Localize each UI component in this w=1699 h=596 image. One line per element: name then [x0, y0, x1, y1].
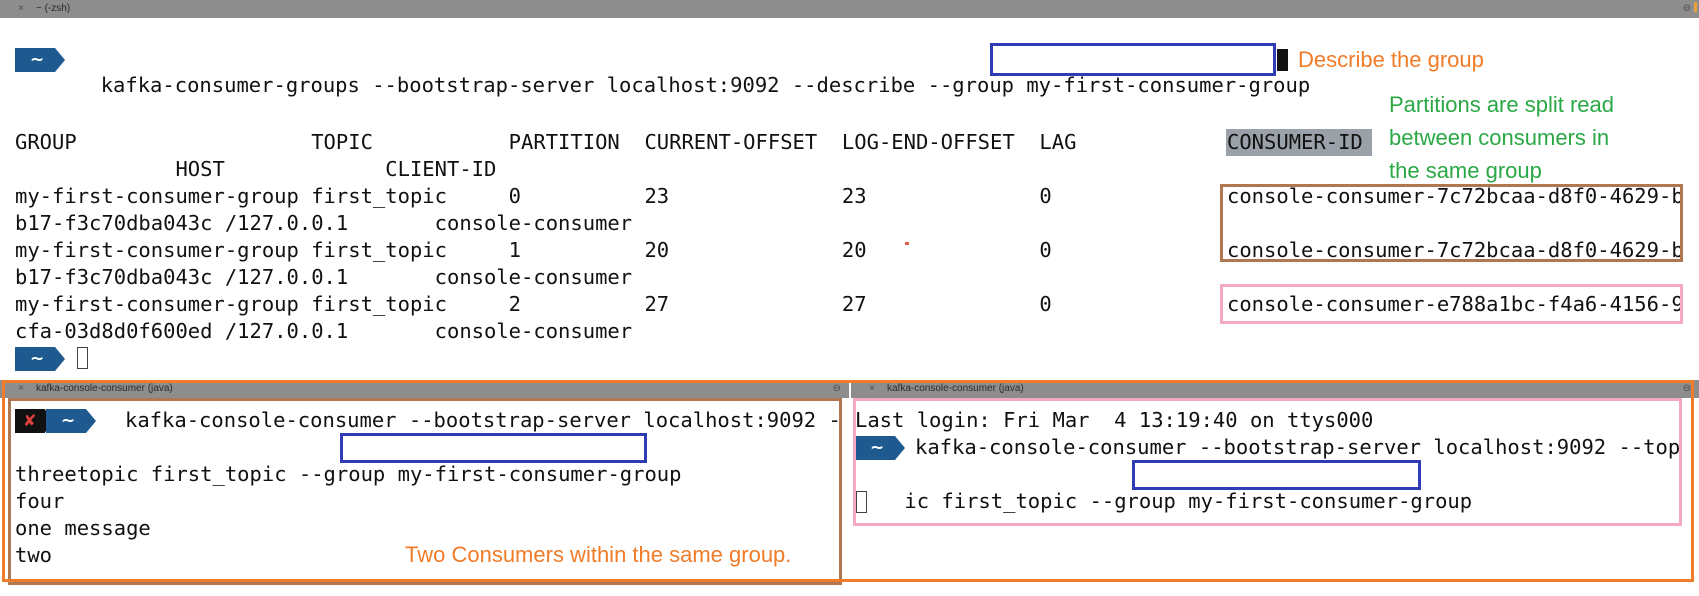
table-row: my-first-consumer-group first_topic 2 27… [15, 292, 1052, 316]
command-group-name: my-first-consumer-group [1026, 73, 1311, 97]
partitions-annotation-line-3: the same group [1389, 158, 1542, 183]
partitions-annotation-line-2: between consumers in [1389, 125, 1610, 150]
table-row-continuation: cfa-03d8d0f600ed /127.0.0.1 console-cons… [15, 319, 633, 343]
table-header-row-2: HOST CLIENT-ID [15, 157, 497, 181]
close-icon[interactable]: × [14, 0, 28, 18]
window-menu-icon[interactable]: ⊖ [1683, 0, 1691, 18]
command-text: kafka-consumer-groups --bootstrap-server… [100, 73, 1027, 97]
terminal-cursor [77, 347, 88, 369]
prompt-chip: ~ [15, 347, 65, 371]
consumer-windows-orange-frame [2, 380, 1694, 582]
table-row-continuation: b17-f3c70dba043c /127.0.0.1 console-cons… [15, 211, 633, 235]
prompt-chip: ~ [15, 48, 65, 72]
group-highlight-box [990, 43, 1276, 76]
terminal-cursor [1277, 49, 1288, 71]
consumer-id-header: CONSUMER-ID [1227, 130, 1363, 154]
window-accent-marker [1694, 2, 1697, 12]
table-row: my-first-consumer-group first_topic 1 20… [15, 238, 1052, 262]
table-row-continuation: b17-f3c70dba043c /127.0.0.1 console-cons… [15, 265, 633, 289]
partitions-annotation-line-1: Partitions are split read [1389, 92, 1614, 117]
table-row: my-first-consumer-group first_topic 0 23… [15, 184, 1052, 208]
stray-mark [905, 242, 909, 245]
consumer-a-highlight-box [1220, 184, 1683, 262]
table-header-row: GROUP TOPIC PARTITION CURRENT-OFFSET LOG… [15, 130, 1077, 154]
describe-annotation: Describe the group [1298, 47, 1484, 72]
top-window-title-bar[interactable]: × ~ (-zsh) ⊖ [0, 0, 1699, 18]
consumer-b-highlight-box [1220, 284, 1683, 324]
window-title: ~ (-zsh) [36, 3, 71, 14]
